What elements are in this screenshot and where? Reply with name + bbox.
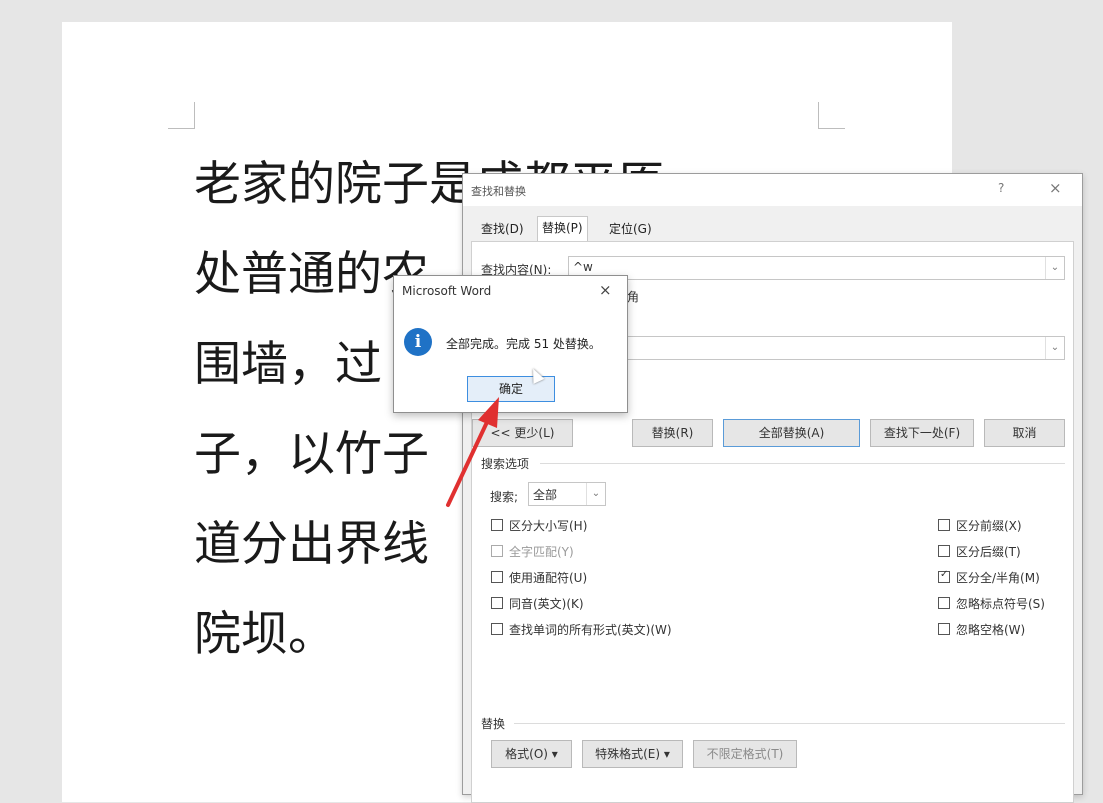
annotation-arrow-icon [446,397,499,507]
annotation-arrow-shaft [446,418,490,507]
annotation-arrowhead [478,397,499,428]
